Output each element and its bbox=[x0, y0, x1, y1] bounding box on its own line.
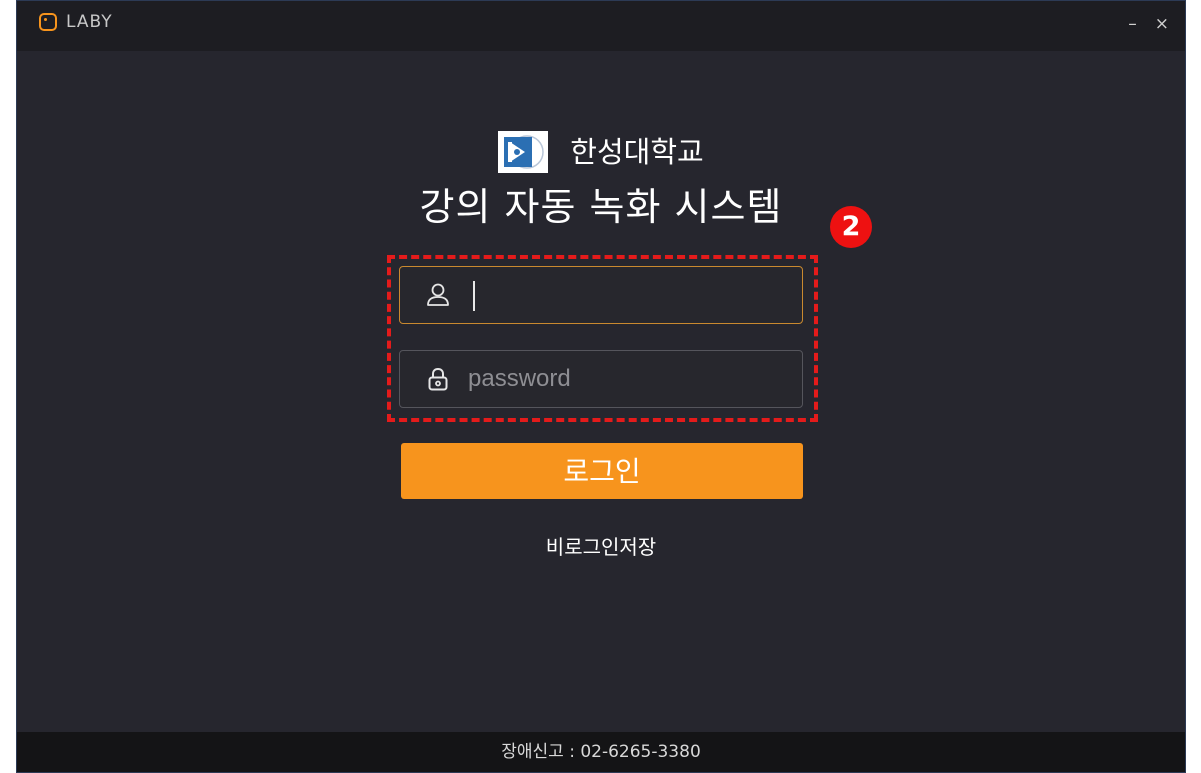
step-number-badge: 2 bbox=[830, 206, 872, 248]
support-phone-text: 장애신고 : 02-6265-3380 bbox=[501, 742, 701, 762]
title-bar[interactable]: LABY – × bbox=[17, 1, 1185, 51]
screenshot-frame: LABY – × 한성대학교 강의 자동 녹화 시스템 2 로그인 비로그인저장… bbox=[0, 0, 1201, 773]
window-controls: – × bbox=[1128, 11, 1169, 37]
password-input[interactable] bbox=[466, 358, 790, 400]
footer: 장애신고 : 02-6265-3380 bbox=[17, 732, 1185, 772]
password-field[interactable] bbox=[399, 350, 803, 408]
text-caret bbox=[473, 281, 475, 311]
lock-icon bbox=[424, 365, 452, 393]
university-row: 한성대학교 bbox=[17, 131, 1185, 173]
login-header: 한성대학교 강의 자동 녹화 시스템 bbox=[17, 131, 1185, 233]
login-button[interactable]: 로그인 bbox=[401, 443, 803, 499]
system-title: 강의 자동 녹화 시스템 bbox=[419, 185, 783, 229]
brand-name: LABY bbox=[66, 12, 113, 32]
username-field[interactable] bbox=[399, 266, 803, 324]
brand: LABY bbox=[39, 13, 113, 31]
close-button[interactable]: × bbox=[1155, 11, 1169, 37]
university-name: 한성대학교 bbox=[570, 135, 704, 169]
university-emblem-icon bbox=[498, 131, 549, 173]
app-window: LABY – × 한성대학교 강의 자동 녹화 시스템 2 로그인 비로그인저장… bbox=[16, 0, 1186, 773]
minimize-button[interactable]: – bbox=[1128, 11, 1137, 37]
username-input[interactable] bbox=[466, 274, 790, 316]
save-login-link[interactable]: 비로그인저장 bbox=[17, 531, 1185, 560]
laby-logo-icon bbox=[39, 13, 57, 31]
user-icon bbox=[424, 281, 452, 309]
